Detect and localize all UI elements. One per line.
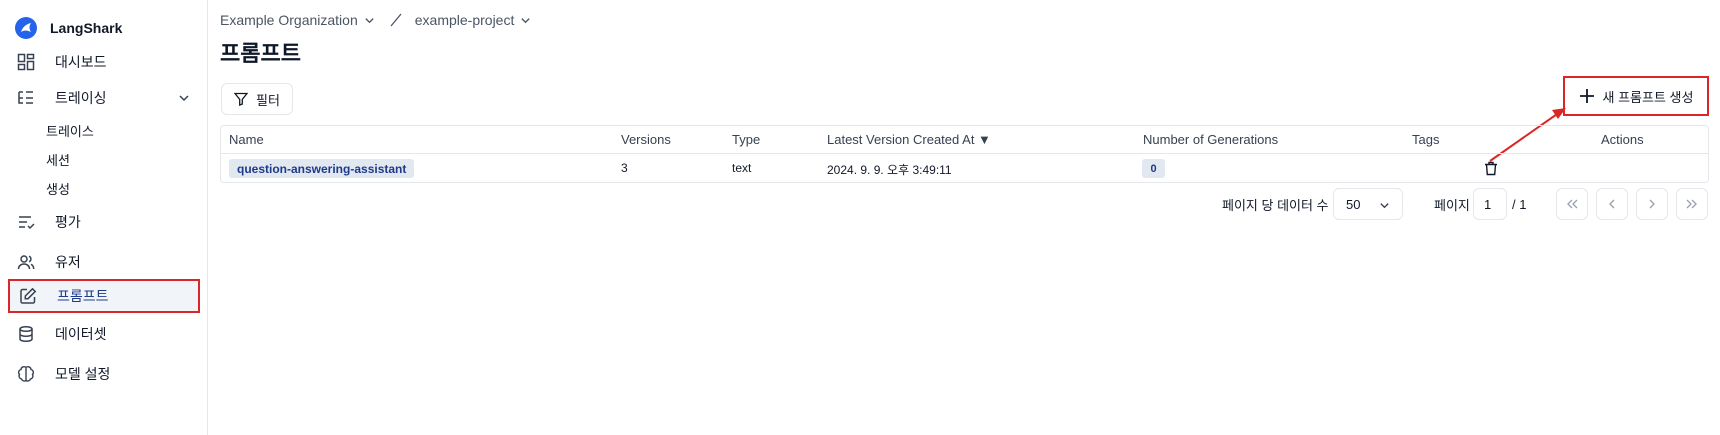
evaluation-icon: [16, 212, 36, 232]
previous-page-button[interactable]: [1596, 188, 1628, 220]
page-number-input[interactable]: [1473, 188, 1507, 220]
brand[interactable]: LangShark: [15, 16, 122, 40]
sidebar-item-label: 프롬프트: [57, 288, 109, 304]
chevron-left-icon: [1609, 199, 1615, 209]
breadcrumb: Example Organization example-project: [220, 10, 531, 30]
prompts-table: Name Versions Type Latest Version Create…: [220, 125, 1709, 183]
last-page-button[interactable]: [1676, 188, 1708, 220]
cell-created-at: 2024. 9. 9. 오후 3:49:11: [827, 163, 952, 177]
tracing-icon: [16, 88, 36, 108]
sidebar-item-label: 대시보드: [55, 54, 107, 70]
sidebar-subitem-generations[interactable]: 생성: [46, 176, 70, 200]
sidebar-subitem-sessions[interactable]: 세션: [46, 147, 70, 171]
column-header-actions: Actions: [1601, 132, 1644, 147]
column-header-generations[interactable]: Number of Generations: [1143, 132, 1278, 147]
sidebar-item-datasets[interactable]: 데이터셋: [8, 317, 200, 351]
breadcrumb-project-label: example-project: [414, 12, 515, 28]
column-header-latest-version[interactable]: Latest Version Created At ▼: [827, 132, 991, 147]
edit-icon: [18, 286, 38, 306]
page-label: 페이지: [1434, 197, 1470, 213]
sidebar-subitem-traces[interactable]: 트레이스: [46, 118, 94, 142]
sidebar-item-dashboard[interactable]: 대시보드: [8, 45, 200, 79]
rows-per-page-label: 페이지 당 데이터 수: [1222, 197, 1329, 213]
filter-button-label: 필터: [256, 92, 280, 108]
column-header-tags[interactable]: Tags: [1412, 132, 1439, 147]
chevron-down-icon: [521, 17, 531, 23]
rows-per-page-select[interactable]: 50: [1333, 188, 1403, 220]
generations-count-badge[interactable]: 0: [1142, 159, 1165, 178]
page-total: / 1: [1512, 196, 1527, 212]
filter-icon: [234, 92, 248, 106]
sidebar-item-label: 유저: [55, 254, 81, 270]
brand-name: LangShark: [50, 20, 123, 36]
chevrons-left-icon: [1567, 199, 1578, 209]
trash-icon[interactable]: [1481, 158, 1501, 178]
table-header: Name Versions Type Latest Version Create…: [221, 126, 1708, 154]
page-title: 프롬프트: [220, 41, 301, 66]
cell-type: text: [732, 161, 752, 175]
breadcrumb-organization[interactable]: Example Organization: [220, 12, 375, 28]
sidebar-item-tracing[interactable]: 트레이싱: [8, 81, 200, 115]
sidebar-item-evaluation[interactable]: 평가: [8, 205, 200, 239]
chevron-down-icon: [365, 17, 374, 23]
plus-icon: [1579, 89, 1594, 103]
users-icon: [16, 252, 36, 272]
sidebar-item-label: 트레이싱: [55, 90, 107, 106]
table-row[interactable]: question-answering-assistant 3 text 2024…: [221, 154, 1708, 182]
database-icon: [16, 324, 36, 344]
slash-separator-icon: [389, 13, 403, 27]
dashboard-icon: [16, 52, 36, 72]
column-header-versions[interactable]: Versions: [621, 132, 671, 147]
sidebar-item-label: 데이터셋: [55, 326, 107, 342]
sidebar-item-label: 모델 설정: [55, 366, 111, 382]
shark-logo-icon: [15, 17, 37, 39]
breadcrumb-project[interactable]: example-project: [415, 12, 532, 28]
create-prompt-button-label: 새 프롬프트 생성: [1602, 89, 1694, 105]
rows-per-page-value: 50: [1346, 196, 1361, 212]
filter-button[interactable]: 필터: [221, 83, 293, 115]
chevron-down-icon: [1380, 203, 1389, 209]
sidebar-item-prompts[interactable]: 프롬프트: [8, 279, 200, 313]
sidebar-item-model-settings[interactable]: 모델 설정: [8, 357, 200, 391]
brain-icon: [16, 364, 36, 384]
chevrons-right-icon: [1686, 199, 1697, 209]
first-page-button[interactable]: [1556, 188, 1588, 220]
chevron-down-icon[interactable]: [178, 91, 190, 107]
cell-versions: 3: [621, 161, 628, 175]
next-page-button[interactable]: [1636, 188, 1668, 220]
sidebar: LangShark 대시보드 트레이싱 트레이스 세션 생성 평가 유저 프롬프…: [0, 0, 208, 435]
chevron-right-icon: [1649, 199, 1655, 209]
create-prompt-button[interactable]: 새 프롬프트 생성: [1563, 76, 1709, 116]
column-header-name[interactable]: Name: [229, 132, 264, 147]
prompt-name-link[interactable]: question-answering-assistant: [229, 159, 415, 178]
column-header-type[interactable]: Type: [732, 132, 760, 147]
sidebar-item-label: 평가: [55, 214, 81, 230]
breadcrumb-organization-label: Example Organization: [220, 12, 358, 28]
sidebar-item-users[interactable]: 유저: [8, 245, 200, 279]
